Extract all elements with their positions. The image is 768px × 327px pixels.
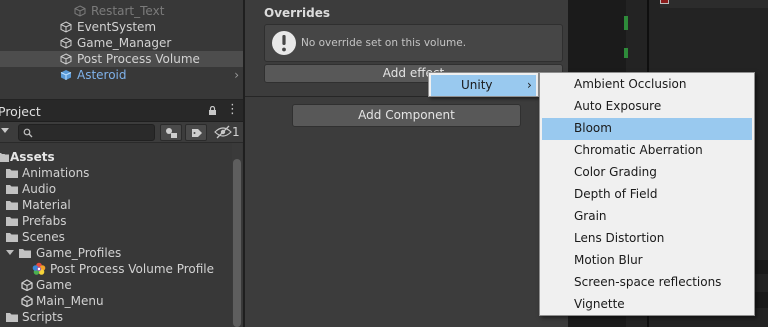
project-toolbar: 1 xyxy=(0,122,244,143)
chevron-right-icon: › xyxy=(527,78,532,92)
hierarchy-item-game-manager[interactable]: Game_Manager xyxy=(0,35,244,51)
lock-icon[interactable] xyxy=(208,106,217,115)
folder-icon xyxy=(6,201,18,210)
filter-by-label-button[interactable] xyxy=(185,124,207,141)
hierarchy-item-label: Post Process Volume xyxy=(77,52,200,66)
shapes-icon xyxy=(166,128,177,138)
no-override-message: No override set on this volume. xyxy=(301,37,467,49)
assembly-icon xyxy=(660,0,669,4)
tree-item-label: Scripts xyxy=(22,310,64,324)
hidden-packages-toggle[interactable]: 1 xyxy=(212,122,242,143)
menu-item-unity[interactable]: Unity › xyxy=(431,75,536,96)
unity-scene-icon xyxy=(21,295,33,307)
menu-item-label: Color Grading xyxy=(574,165,657,179)
hierarchy-item-label: Asteroid xyxy=(77,68,127,82)
gameobject-icon xyxy=(60,37,72,49)
menu-item-bloom[interactable]: Bloom xyxy=(542,118,752,140)
hierarchy-item-eventsystem[interactable]: EventSystem xyxy=(0,19,244,35)
folder-icon xyxy=(6,313,18,322)
volume-profile-icon xyxy=(32,262,46,275)
unity-scene-icon xyxy=(21,279,33,291)
more-options-icon[interactable]: ⋮ xyxy=(226,103,239,117)
hierarchy-item-restart-text[interactable]: Restart_Text xyxy=(0,3,244,19)
info-icon xyxy=(272,31,296,55)
folder-icon xyxy=(6,169,18,178)
hierarchy-item-label: Game_Manager xyxy=(77,36,172,50)
tag-icon xyxy=(192,129,202,137)
tree-item-label: Game xyxy=(36,278,72,292)
chevron-right-icon[interactable]: › xyxy=(234,67,239,83)
folder-icon xyxy=(6,185,18,194)
search-icon xyxy=(23,128,33,138)
project-search-field[interactable] xyxy=(18,124,155,141)
project-folder-tree: Assets Animations Audio Material Prefabs… xyxy=(0,149,232,327)
menu-item-auto-exposure[interactable]: Auto Exposure xyxy=(542,96,752,118)
tree-item-label: Animations xyxy=(22,166,90,180)
expand-caret-icon[interactable] xyxy=(6,250,14,255)
project-tab-title[interactable]: Project xyxy=(0,104,41,119)
tree-item-label: Prefabs xyxy=(22,214,67,228)
menu-item-grain[interactable]: Grain xyxy=(542,206,752,228)
overrides-title: Overrides xyxy=(264,6,330,20)
project-scrollbar[interactable] xyxy=(232,143,242,327)
unity-effects-submenu: Ambient Occlusion Auto Exposure Bloom Ch… xyxy=(539,72,755,316)
menu-item-label: Bloom xyxy=(574,121,612,135)
hierarchy-item-label: EventSystem xyxy=(77,20,157,34)
menu-item-label: Depth of Field xyxy=(574,187,658,201)
menu-item-motion-blur[interactable]: Motion Blur xyxy=(542,250,752,272)
menu-item-label: Chromatic Aberration xyxy=(574,143,703,157)
project-tab: Project ⋮ xyxy=(0,100,244,122)
menu-item-depth-of-field[interactable]: Depth of Field xyxy=(542,184,752,206)
menu-item-label: Vignette xyxy=(574,297,625,311)
tree-item-label: Material xyxy=(22,198,71,212)
no-override-helpbox: No override set on this volume. xyxy=(264,24,563,62)
hierarchy-item-asteroid[interactable]: Asteroid › xyxy=(0,67,244,83)
search-input[interactable] xyxy=(36,125,151,140)
tree-item-label: Scenes xyxy=(22,230,65,244)
gameobject-icon xyxy=(60,53,72,65)
tree-item-label: Post Process Volume Profile xyxy=(50,262,215,276)
hidden-count-label: 1 xyxy=(232,125,240,139)
scrollbar-thumb[interactable] xyxy=(233,159,241,327)
menu-item-color-grading[interactable]: Color Grading xyxy=(542,162,752,184)
gameobject-icon xyxy=(74,5,86,17)
menu-item-label: Screen-space reflections xyxy=(574,275,722,289)
hierarchy-panel: Restart_Text EventSystem Game_Manager Po… xyxy=(0,0,244,99)
menu-item-screen-space-reflections[interactable]: Screen-space reflections xyxy=(542,272,752,294)
tree-item-label: Assets xyxy=(10,150,55,164)
menu-item-lens-distortion[interactable]: Lens Distortion xyxy=(542,228,752,250)
folder-open-icon xyxy=(19,249,31,258)
eye-slash-icon xyxy=(214,125,232,139)
add-effect-menu: Unity › xyxy=(428,72,539,97)
tree-item-label: Audio xyxy=(22,182,57,196)
tree-item-label: Main_Menu xyxy=(36,294,104,308)
menu-item-label: Auto Exposure xyxy=(574,99,662,113)
filter-by-type-button[interactable] xyxy=(160,124,182,141)
status-marker xyxy=(624,48,628,58)
menu-item-label: Lens Distortion xyxy=(574,231,665,245)
gameobject-icon xyxy=(60,21,72,33)
project-panel: Project ⋮ 1 Assets Animations Audio Mate… xyxy=(0,99,244,327)
folder-open-icon xyxy=(6,233,18,242)
hierarchy-item-post-process-volume[interactable]: Post Process Volume xyxy=(0,51,244,67)
create-dropdown-icon[interactable] xyxy=(1,128,9,133)
status-marker xyxy=(624,16,628,30)
inspector-panel: Overrides No override set on this volume… xyxy=(245,0,568,327)
menu-item-label: Motion Blur xyxy=(574,253,643,267)
menu-item-label: Unity xyxy=(461,78,493,92)
menu-item-label: Ambient Occlusion xyxy=(574,77,687,91)
menu-item-label: Grain xyxy=(574,209,607,223)
folder-icon xyxy=(6,217,18,226)
tree-item-label: Game_Profiles xyxy=(36,246,122,260)
menu-item-vignette[interactable]: Vignette xyxy=(542,294,752,316)
prefab-icon xyxy=(60,70,72,80)
menu-item-chromatic-aberration[interactable]: Chromatic Aberration xyxy=(542,140,752,162)
assembly-tab[interactable] xyxy=(660,0,768,8)
add-component-button[interactable]: Add Component xyxy=(292,104,521,127)
hierarchy-item-label: Restart_Text xyxy=(91,4,165,18)
folder-icon xyxy=(0,153,9,162)
menu-item-ambient-occlusion[interactable]: Ambient Occlusion xyxy=(542,74,752,96)
